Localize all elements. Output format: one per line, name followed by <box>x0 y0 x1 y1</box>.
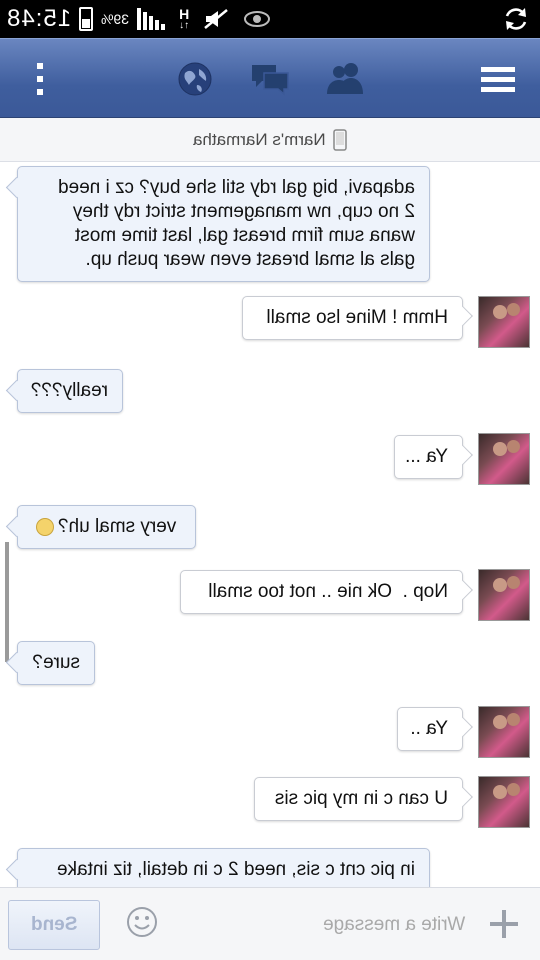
messenger-screen: 15:48 39% H ↓↑ Narm's Narmatha adapavi, … <box>0 0 540 960</box>
avatar[interactable] <box>478 776 530 828</box>
message-bubble-incoming[interactable]: sure? <box>17 641 95 685</box>
message-bubble-outgoing[interactable]: Ya .. <box>397 707 463 751</box>
message-bubble-outgoing[interactable]: Nop . Ok nie .. not too small <box>180 570 463 614</box>
message-bubble-incoming[interactable]: adapavi, big gal rdy stil she buy? cz i … <box>17 166 430 282</box>
status-bar: 15:48 39% H ↓↑ <box>0 0 540 38</box>
nav-bar <box>0 38 540 118</box>
sync-icon[interactable] <box>502 5 530 33</box>
mobile-icon <box>333 128 348 151</box>
avatar[interactable] <box>478 433 530 485</box>
message-input[interactable]: Write a message <box>175 900 465 950</box>
add-attachment-icon[interactable] <box>490 910 518 938</box>
avatar[interactable] <box>478 569 530 621</box>
message-bubble-outgoing[interactable]: Hmm ! Mine lso small <box>242 296 463 340</box>
more-icon[interactable] <box>20 59 60 99</box>
globe-icon[interactable] <box>175 59 215 99</box>
message-bubble-outgoing[interactable]: U can c in my pic sis <box>254 777 463 821</box>
message-bubble-outgoing[interactable]: Ya ... <box>394 435 463 479</box>
message-bubble-incoming[interactable]: in pic cnt c sis, need 2 c in detail, ti… <box>17 848 430 887</box>
scrollbar[interactable] <box>5 542 9 662</box>
messages-icon[interactable] <box>250 59 290 99</box>
status-time: 15:48 <box>6 5 72 32</box>
friends-icon[interactable] <box>325 59 365 99</box>
mute-icon <box>204 9 229 29</box>
menu-icon[interactable] <box>478 59 518 99</box>
battery-icon <box>79 7 94 31</box>
message-bubble-incoming[interactable]: really??? <box>17 369 123 413</box>
emoji-icon[interactable] <box>126 906 158 938</box>
message-list[interactable]: adapavi, big gal rdy stil she buy? cz i … <box>0 162 540 887</box>
status-left-group: 15:48 39% H ↓↑ <box>6 0 271 38</box>
conversation-title: Narm's Narmatha <box>192 129 326 149</box>
avatar[interactable] <box>478 296 530 348</box>
data-arrows-icon: ↓↑ <box>179 19 190 31</box>
avatar[interactable] <box>478 706 530 758</box>
conversation-header: Narm's Narmatha <box>0 118 540 162</box>
message-bubble-incoming[interactable]: very smal uh? <box>17 505 196 549</box>
send-button[interactable]: Send <box>8 900 100 950</box>
battery-percent: 39% <box>101 11 130 27</box>
network-type: H ↓↑ <box>179 5 190 31</box>
composer-bar: Send Write a message <box>0 887 540 960</box>
eye-icon <box>244 11 271 27</box>
signal-icon <box>137 8 166 30</box>
sad-emoji-icon <box>36 518 54 536</box>
